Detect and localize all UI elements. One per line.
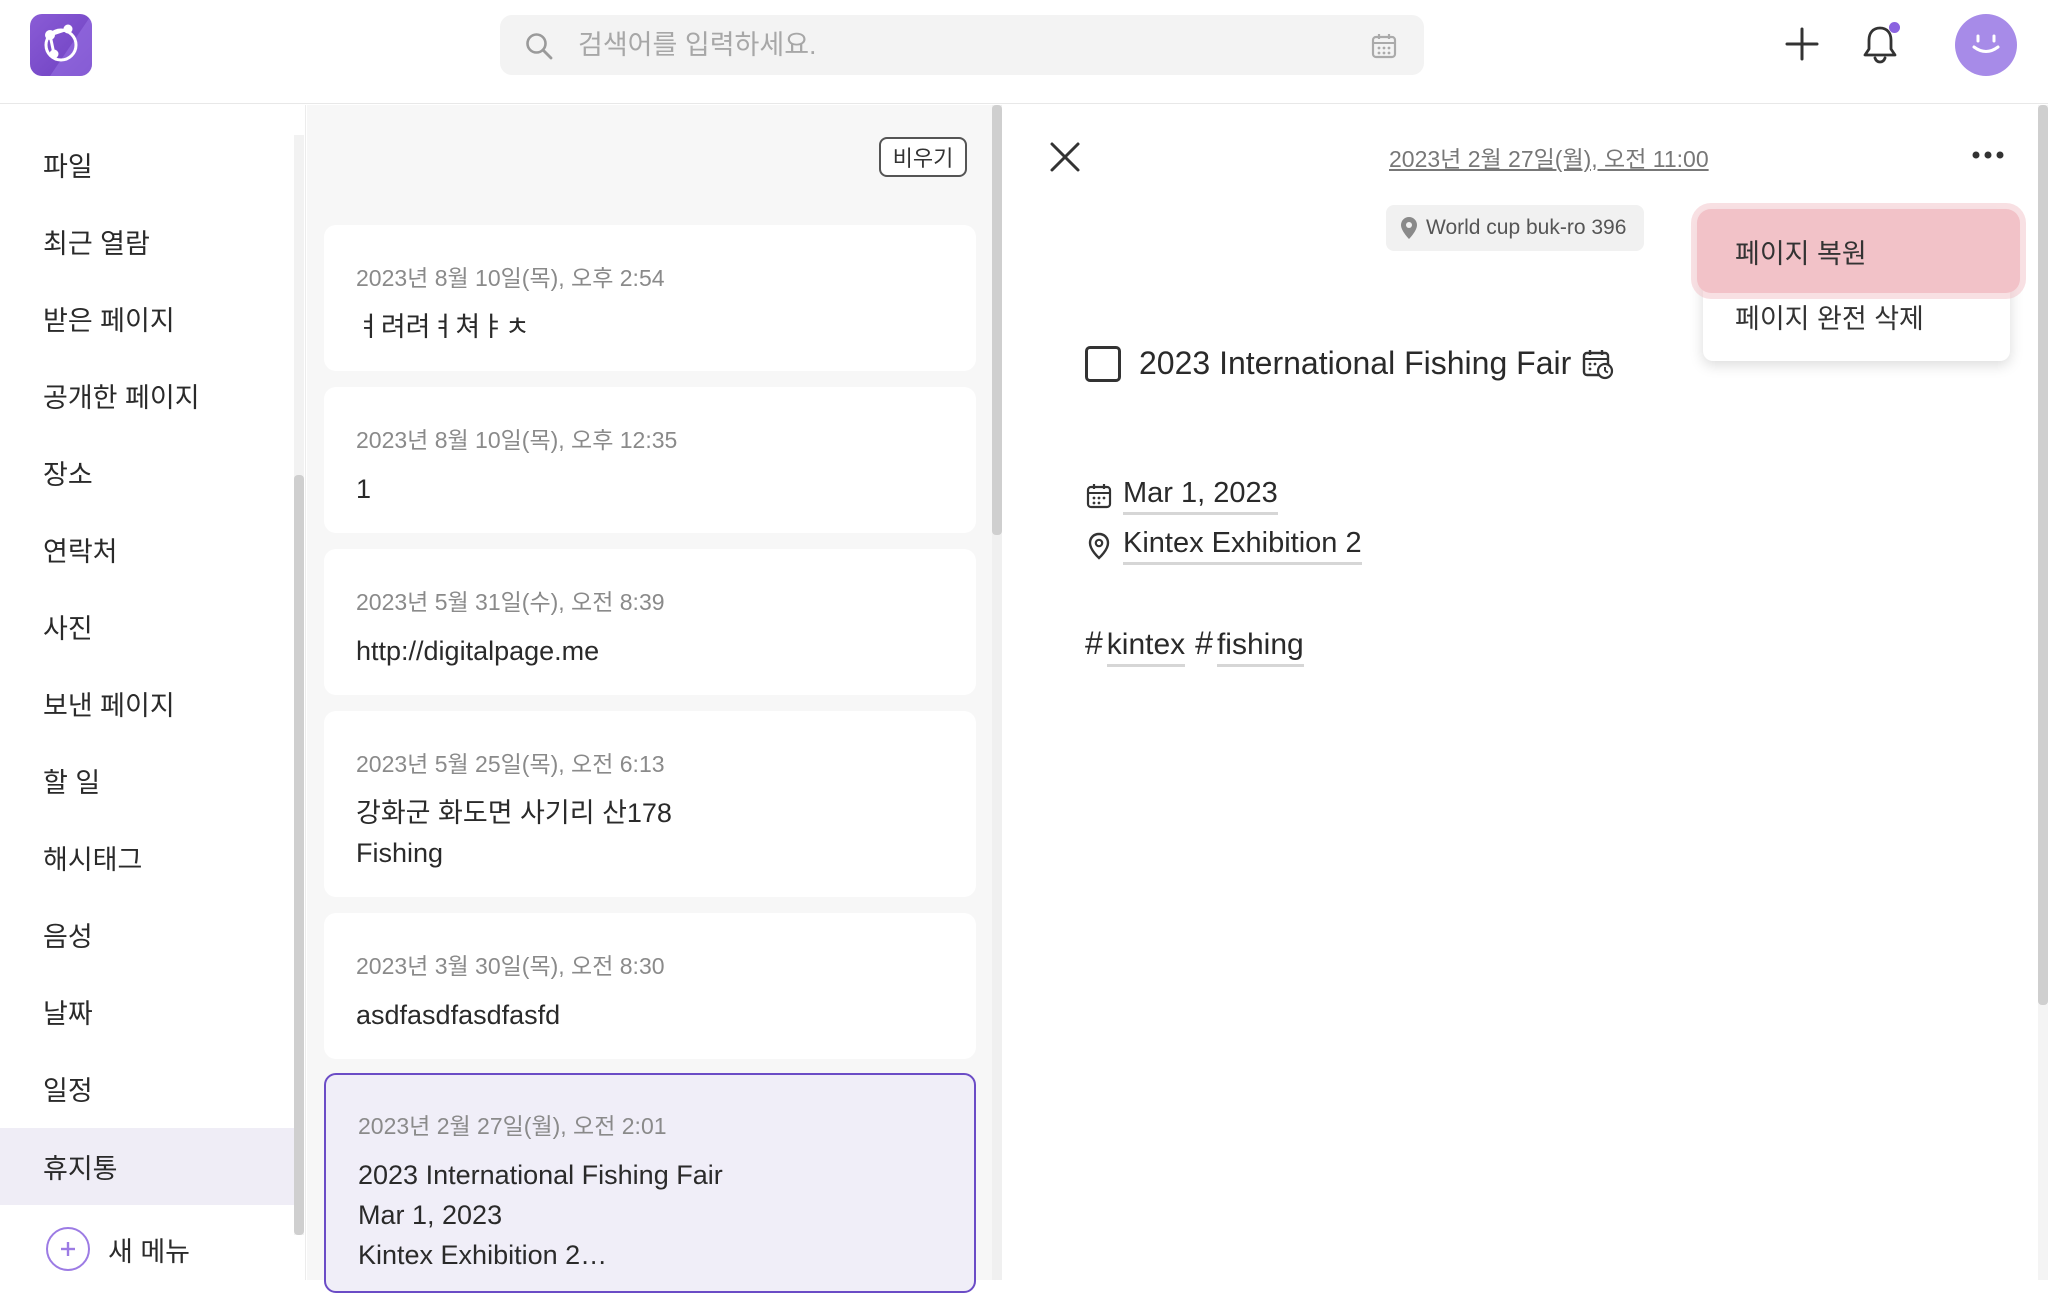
item-date: 2023년 8월 10일(목), 오후 12:35 [356, 427, 678, 453]
options-menu: 페이지 복원 페이지 완전 삭제 [1697, 209, 2020, 361]
sidebar-item-todo[interactable]: 할 일 [0, 742, 294, 819]
event-location-row: Kintex Exhibition 2 [1085, 527, 1362, 565]
item-text: Kintex Exhibition 2… [358, 1240, 608, 1270]
sidebar-item-files[interactable]: 파일 [0, 126, 294, 203]
new-menu-button[interactable]: 새 메뉴 [46, 1227, 190, 1271]
hash-icon: # [1085, 625, 1103, 661]
sidebar-item-hashtags[interactable]: 해시태그 [0, 819, 294, 896]
detail-scrollbar[interactable] [2038, 105, 2048, 1280]
more-options-button[interactable] [1963, 135, 2013, 175]
empty-trash-button[interactable]: 비우기 [879, 137, 967, 177]
item-text: http://digitalpage.me [356, 636, 600, 666]
scrollbar-thumb[interactable] [2038, 105, 2048, 1005]
more-dots-icon [1972, 151, 2004, 159]
sidebar-item-photos[interactable]: 사진 [0, 588, 294, 665]
sidebar-scrollbar[interactable] [294, 135, 304, 1235]
sidebar-item-schedule[interactable]: 일정 [0, 1050, 294, 1127]
close-icon [1050, 142, 1080, 172]
location-pin-icon [1088, 532, 1110, 560]
item-text: 강화군 화도면 사기리 산178 [356, 798, 672, 828]
top-bar [0, 0, 2048, 104]
restore-page-option[interactable]: 페이지 복원 [1697, 209, 2020, 293]
item-text: 1 [356, 474, 372, 504]
list-item[interactable]: 2023년 5월 31일(수), 오전 8:39 http://digitalp… [324, 549, 976, 695]
hashtag[interactable]: # kintex [1085, 625, 1186, 667]
event-date-row: Mar 1, 2023 [1085, 477, 1278, 515]
sidebar-item-sent[interactable]: 보낸 페이지 [0, 665, 294, 742]
event-location[interactable]: Kintex Exhibition 2 [1123, 527, 1362, 565]
delete-permanently-option[interactable]: 페이지 완전 삭제 [1703, 285, 2010, 347]
schedule-icon[interactable] [1581, 347, 1615, 381]
scrollbar-thumb[interactable] [294, 475, 304, 1235]
sidebar: 파일 최근 열람 받은 페이지 공개한 페이지 장소 연락처 사진 보낸 페이지… [0, 105, 306, 1280]
calendar-icon [1086, 484, 1112, 509]
item-text: asdfasdfasdfasfd [356, 1000, 561, 1030]
item-date: 2023년 5월 25일(목), 오전 6:13 [356, 751, 665, 777]
logo-icon [44, 14, 92, 76]
item-text: ㅕ려려ㅕ쳐ㅑㅊ [356, 312, 530, 342]
smiley-icon [1972, 34, 2000, 53]
item-text: 2023 International Fishing Fair [358, 1160, 723, 1190]
sidebar-item-shared[interactable]: 공개한 페이지 [0, 357, 294, 434]
sidebar-item-places[interactable]: 장소 [0, 434, 294, 511]
item-date: 2023년 2월 27일(월), 오전 2:01 [358, 1113, 667, 1139]
sidebar-item-recent[interactable]: 최근 열람 [0, 203, 294, 280]
list-item[interactable]: 2023년 5월 25일(목), 오전 6:13 강화군 화도면 사기리 산17… [324, 711, 976, 897]
notification-dot [1889, 22, 1900, 33]
event-date[interactable]: Mar 1, 2023 [1123, 477, 1278, 515]
trash-list: 비우기 2023년 8월 10일(목), 오후 2:54 ㅕ려려ㅕ쳐ㅑㅊ 202… [307, 105, 1002, 1293]
avatar[interactable] [1955, 14, 2017, 76]
scrollbar-thumb[interactable] [992, 105, 1002, 535]
hash-icon: # [1195, 625, 1213, 661]
list-scrollbar[interactable] [992, 105, 1002, 1280]
location-chip-text: World cup buk-ro 396 [1426, 216, 1627, 239]
app-logo[interactable] [30, 14, 92, 76]
page-title: 2023 International Fishing Fair [1139, 345, 1572, 381]
calendar-icon[interactable] [1370, 32, 1398, 60]
list-item[interactable]: 2023년 8월 10일(목), 오후 12:35 1 [324, 387, 976, 533]
list-item[interactable]: 2023년 3월 30일(목), 오전 8:30 asdfasdfasdfasf… [324, 913, 976, 1059]
location-pin-icon [1401, 217, 1417, 239]
item-text: Fishing [356, 838, 444, 868]
item-date: 2023년 3월 30일(목), 오전 8:30 [356, 953, 665, 979]
sidebar-item-dates[interactable]: 날짜 [0, 973, 294, 1050]
list-item-selected[interactable]: 2023년 2월 27일(월), 오전 2:01 2023 Internatio… [324, 1073, 976, 1293]
item-date: 2023년 8월 10일(목), 오후 2:54 [356, 265, 665, 291]
todo-checkbox[interactable] [1085, 345, 1121, 382]
item-date: 2023년 5월 31일(수), 오전 8:39 [356, 589, 665, 615]
list-item[interactable]: 2023년 8월 10일(목), 오후 2:54 ㅕ려려ㅕ쳐ㅑㅊ [324, 225, 976, 371]
title-row: 2023 International Fishing Fair [1085, 345, 1615, 382]
sidebar-item-contacts[interactable]: 연락처 [0, 511, 294, 588]
sidebar-item-voice[interactable]: 음성 [0, 896, 294, 973]
search-icon [526, 33, 553, 60]
location-chip[interactable]: World cup buk-ro 396 [1386, 205, 1645, 251]
hashtag[interactable]: # fishing [1195, 625, 1304, 667]
close-button[interactable] [1043, 135, 1087, 179]
sidebar-item-received[interactable]: 받은 페이지 [0, 280, 294, 357]
search-input[interactable] [578, 15, 1338, 75]
new-menu-label: 새 메뉴 [108, 1236, 191, 1267]
hashtag-list: # kintex # fishing [1085, 625, 1314, 667]
add-button[interactable] [1774, 16, 1830, 72]
notifications-button[interactable] [1852, 16, 1908, 72]
item-text: Mar 1, 2023 [358, 1200, 503, 1230]
search-bar [500, 15, 1424, 75]
page-date[interactable]: 2023년 2월 27일(월), 오전 11:00 [1389, 140, 1709, 174]
plus-circle-icon [46, 1227, 90, 1271]
plus-icon [1785, 27, 1819, 61]
sidebar-item-trash[interactable]: 휴지통 [0, 1128, 294, 1205]
